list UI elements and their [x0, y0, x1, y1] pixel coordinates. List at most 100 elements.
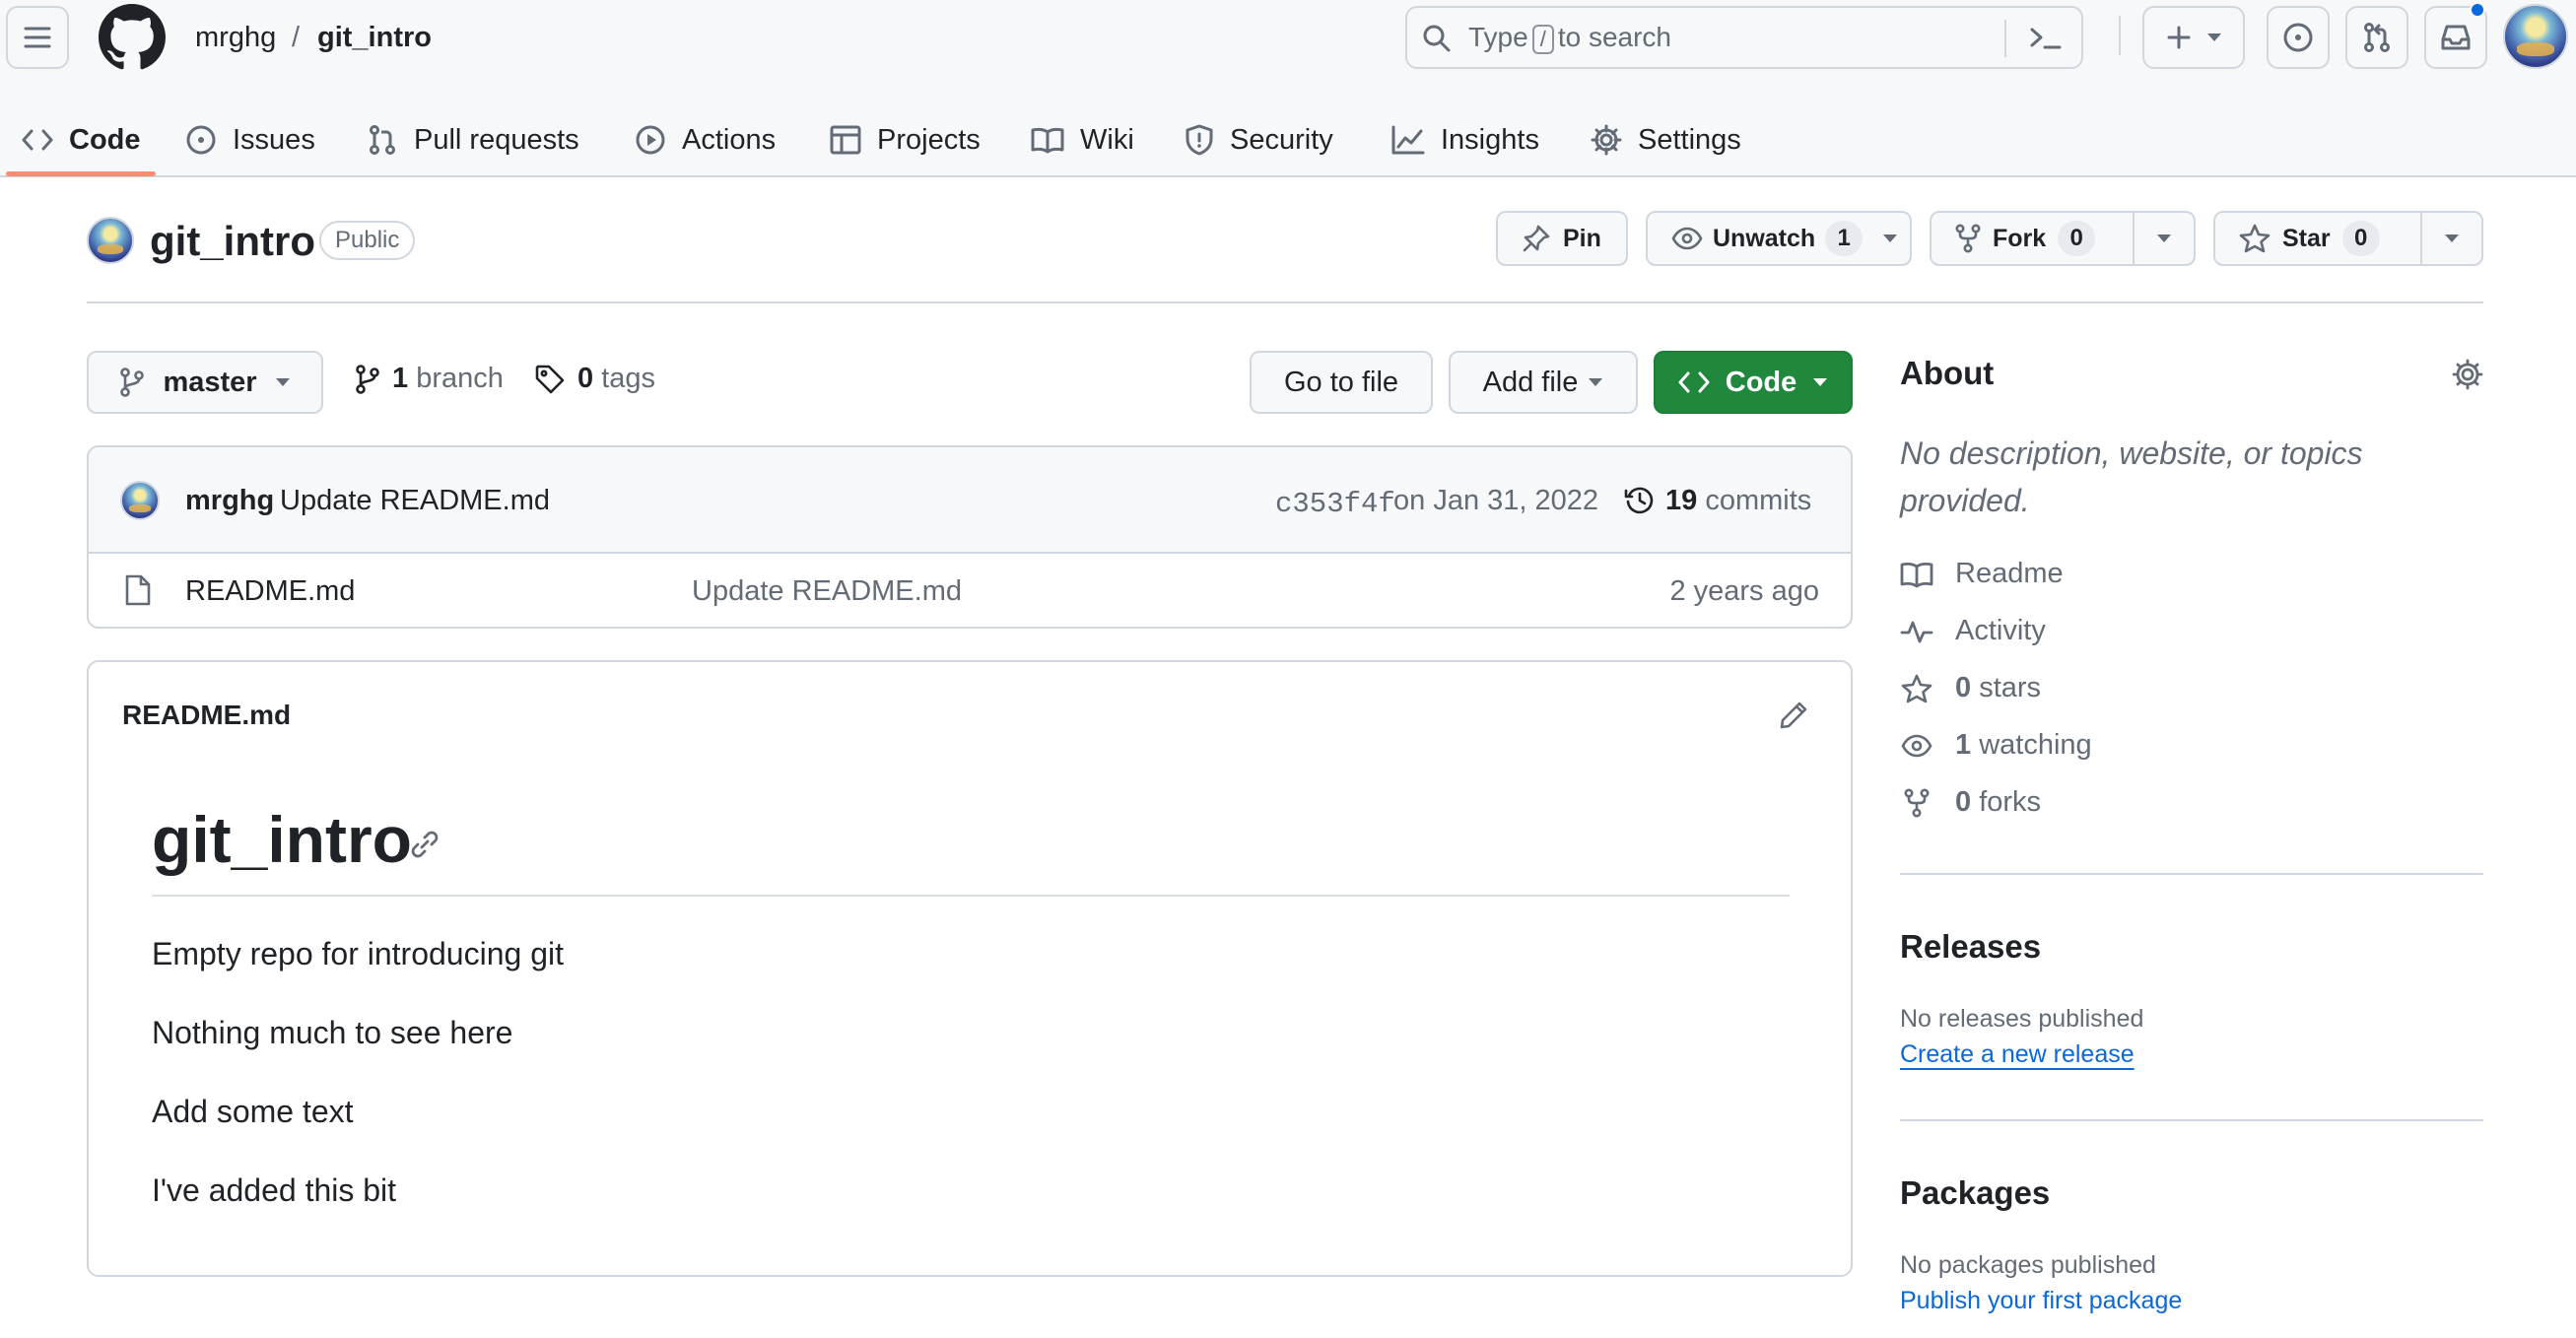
go-to-file-button[interactable]: Go to file [1250, 351, 1433, 414]
pin-icon [1522, 224, 1551, 253]
graph-icon [1391, 125, 1425, 155]
tab-issues[interactable]: Issues [185, 112, 315, 167]
caret-down-icon [1812, 377, 1828, 387]
readme-filename: README.md [122, 700, 292, 730]
file-name[interactable]: README.md [185, 571, 355, 611]
file-row[interactable]: README.md Update README.md 2 years ago [89, 554, 1851, 627]
search-input[interactable]: Type / to search [1405, 6, 2083, 69]
tab-label: Insights [1441, 123, 1539, 156]
inbox-icon [2440, 23, 2472, 52]
stars-count: 0 [1955, 672, 1972, 703]
issues-button[interactable] [2267, 6, 2330, 69]
tab-label: Wiki [1080, 123, 1134, 156]
search-placeholder: Type / to search [1468, 22, 1671, 54]
tab-wiki[interactable]: Wiki [1031, 112, 1134, 167]
commit-sha[interactable]: c353f4f [1275, 485, 1395, 524]
breadcrumb-owner[interactable]: mrghg [195, 18, 276, 57]
readme-paragraph: Add some text [152, 1094, 354, 1129]
unwatch-button[interactable]: Unwatch 1 [1646, 211, 1912, 266]
watchers-link[interactable]: 1 watching [1900, 729, 2092, 762]
repo-title[interactable]: git_intro [150, 217, 315, 266]
pull-requests-button[interactable] [2345, 6, 2408, 69]
user-avatar[interactable] [2503, 4, 2568, 69]
branch-count: 1 [392, 363, 409, 394]
forks-label: forks [1979, 786, 2042, 818]
github-logo-icon[interactable] [99, 4, 166, 71]
tab-insights[interactable]: Insights [1391, 112, 1539, 167]
commit-count-label: commits [1705, 485, 1812, 516]
breadcrumb-repo[interactable]: git_intro [317, 18, 432, 57]
file-browser: mrghg Update README.md c353f4f on Jan 31… [87, 445, 1853, 629]
unwatch-label: Unwatch [1713, 224, 1816, 252]
tag-count: 0 [577, 363, 594, 394]
gear-icon[interactable] [2452, 359, 2483, 390]
search-icon [1421, 23, 1453, 54]
repo-forked-icon [1900, 787, 1933, 818]
tab-label: Actions [682, 123, 777, 156]
caret-down-icon [2444, 234, 2460, 243]
releases-empty-text: No releases published [1900, 1005, 2144, 1033]
tab-actions[interactable]: Actions [635, 112, 776, 167]
branches-link[interactable]: 1 branch [355, 363, 504, 395]
forks-link[interactable]: 0 forks [1900, 786, 2041, 819]
file-age: 2 years ago [1669, 575, 1819, 607]
search-divider [2004, 20, 2006, 57]
create-release-link[interactable]: Create a new release [1900, 1040, 2135, 1069]
commit-message[interactable]: Update README.md [280, 481, 550, 520]
command-palette-icon[interactable] [2028, 24, 2064, 53]
stars-link[interactable]: 0 stars [1900, 672, 2041, 704]
git-branch-icon [119, 367, 145, 398]
fork-dropdown[interactable] [2133, 213, 2194, 264]
branch-selector[interactable]: master [87, 351, 323, 414]
issue-icon [2282, 22, 2314, 53]
tab-pull-requests[interactable]: Pull requests [367, 112, 579, 167]
code-button-label: Code [1725, 366, 1797, 398]
publish-package-link[interactable]: Publish your first package [1900, 1287, 2182, 1315]
star-icon [1900, 674, 1933, 703]
code-dropdown-button[interactable]: Code [1654, 351, 1853, 414]
pencil-icon[interactable] [1778, 700, 1809, 731]
packages-heading[interactable]: Packages [1900, 1174, 2050, 1212]
commit-author[interactable]: mrghg [185, 481, 274, 520]
add-file-button[interactable]: Add file [1449, 351, 1638, 414]
about-heading: About [1900, 355, 1995, 391]
caret-down-icon [2156, 234, 2172, 243]
tab-code[interactable]: Code [22, 112, 141, 167]
caret-down-icon [1588, 377, 1603, 387]
repo-owner-avatar[interactable] [87, 217, 134, 264]
search-shortcut-key: / [1531, 25, 1554, 54]
readme-paragraph: Empty repo for introducing git [152, 936, 564, 971]
commits-link[interactable]: 19 commits [1624, 481, 1811, 520]
title-divider [87, 301, 2483, 303]
tab-label: Projects [877, 123, 981, 156]
tab-security[interactable]: Security [1185, 112, 1333, 167]
fork-button[interactable]: Fork 0 [1930, 211, 2196, 266]
latest-commit-row: mrghg Update README.md c353f4f on Jan 31… [89, 447, 1851, 554]
sidebar-divider [1900, 1119, 2483, 1121]
create-new-button[interactable] [2142, 6, 2245, 69]
breadcrumb-separator: / [292, 22, 301, 53]
branch-label: branch [416, 363, 504, 394]
readme-link[interactable]: Readme [1900, 558, 2064, 590]
tab-projects[interactable]: Projects [830, 112, 981, 167]
tags-link[interactable]: 0 tags [534, 363, 655, 395]
tab-label: Issues [233, 123, 315, 156]
tab-settings[interactable]: Settings [1591, 112, 1741, 167]
tab-label: Pull requests [414, 123, 579, 156]
readme-paragraph: I've added this bit [152, 1172, 397, 1208]
star-dropdown[interactable] [2420, 213, 2481, 264]
book-icon [1031, 126, 1064, 154]
menu-button[interactable] [6, 6, 69, 69]
file-commit-message[interactable]: Update README.md [692, 571, 962, 611]
link-icon[interactable] [408, 828, 441, 861]
readme-paragraph: Nothing much to see here [152, 1015, 513, 1050]
star-count: 0 [2341, 221, 2380, 256]
tag-icon [534, 364, 566, 395]
table-icon [830, 125, 861, 155]
activity-link[interactable]: Activity [1900, 615, 2046, 647]
releases-heading[interactable]: Releases [1900, 928, 2041, 966]
pin-button[interactable]: Pin [1496, 211, 1628, 266]
commit-author-avatar[interactable] [120, 481, 160, 520]
star-button[interactable]: Star 0 [2213, 211, 2483, 266]
visibility-badge: Public [319, 221, 416, 260]
